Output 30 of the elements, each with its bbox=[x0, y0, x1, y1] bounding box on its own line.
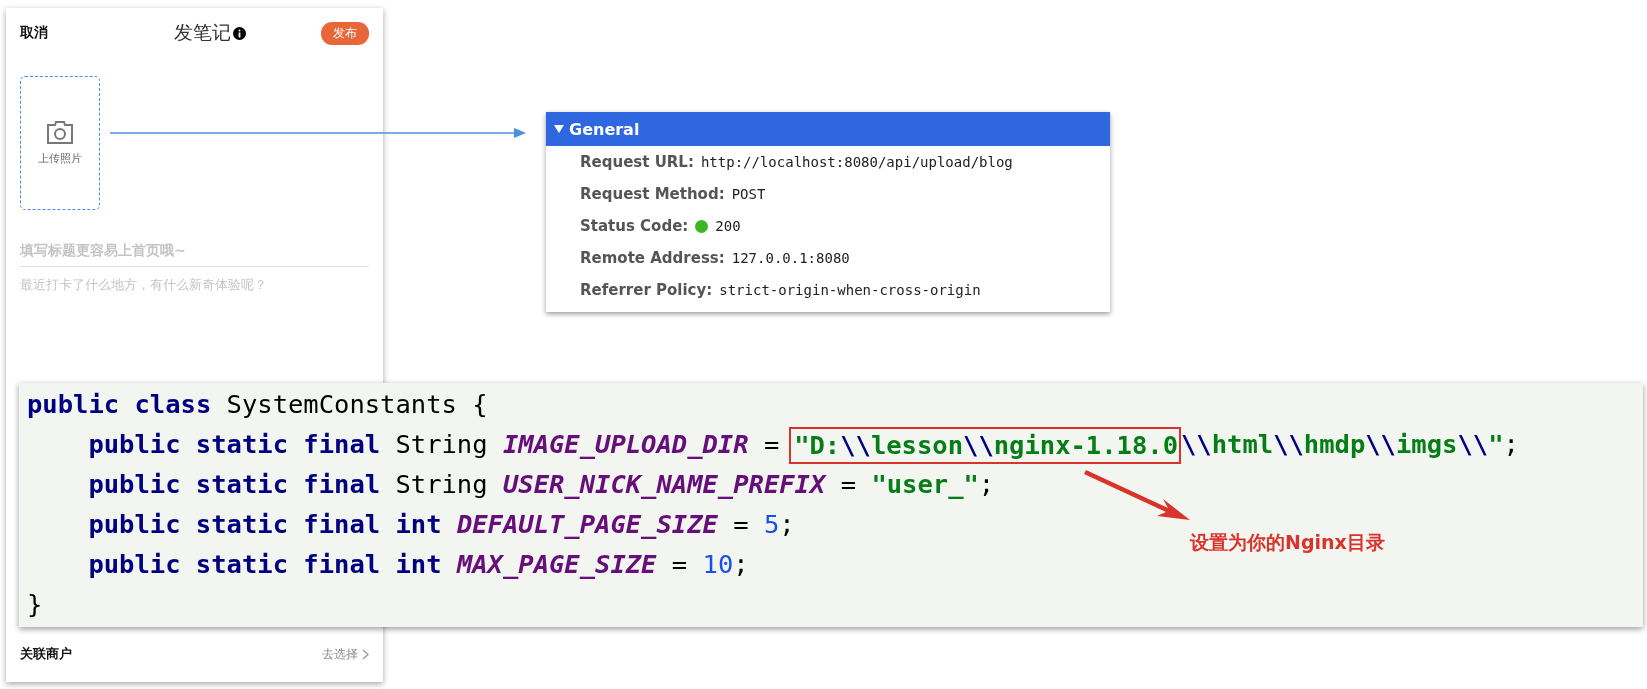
code-line: public static final String USER_NICK_NAME_PREFIX = "user_"; bbox=[87, 469, 995, 499]
upload-photo-button[interactable]: 上传照片 bbox=[20, 76, 100, 210]
header-value: 200 bbox=[715, 218, 741, 234]
code-line: public static final String IMAGE_UPLOAD_DIR = bbox=[87, 429, 781, 459]
triangle-down-icon bbox=[554, 125, 564, 133]
header-label: Status Code: bbox=[580, 217, 689, 235]
annotation-text: 设置为你的Nginx目录 bbox=[1190, 530, 1385, 555]
info-icon bbox=[232, 26, 246, 40]
general-section-header[interactable]: General bbox=[546, 112, 1110, 146]
header-label: Referrer Policy: bbox=[580, 281, 713, 299]
highlighted-code: "D:\\lesson\\nginx-1.18.0 bbox=[789, 426, 1181, 464]
code-line: public class SystemConstants { bbox=[27, 389, 488, 419]
header-value: http://localhost:8080/api/upload/blog bbox=[700, 154, 1013, 170]
code-line: \\html\\hmdp\\imgs\\"; bbox=[1181, 429, 1519, 459]
code-line: public static final int DEFAULT_PAGE_SIZE = 5; bbox=[87, 509, 795, 539]
code-line: public static final int MAX_PAGE_SIZE = 10; bbox=[87, 549, 749, 579]
header-value: 127.0.0.1:8080 bbox=[731, 250, 850, 266]
publish-button[interactable]: 发布 bbox=[321, 21, 369, 45]
header-label: Request URL: bbox=[580, 153, 694, 171]
cancel-link[interactable]: 取消 bbox=[20, 24, 48, 42]
select-merchant-link[interactable]: 去选择 bbox=[322, 645, 369, 663]
page-title: 发笔记 bbox=[173, 20, 231, 45]
header-value: POST bbox=[731, 186, 766, 202]
merchant-label: 关联商户 bbox=[20, 645, 72, 663]
header-label: Remote Address: bbox=[580, 249, 725, 267]
chevron-right-icon bbox=[362, 648, 369, 660]
code-line: } bbox=[27, 589, 43, 619]
header-value: strict-origin-when-cross-origin bbox=[719, 282, 981, 298]
camera-icon bbox=[46, 120, 74, 145]
header-label: Request Method: bbox=[580, 185, 725, 203]
